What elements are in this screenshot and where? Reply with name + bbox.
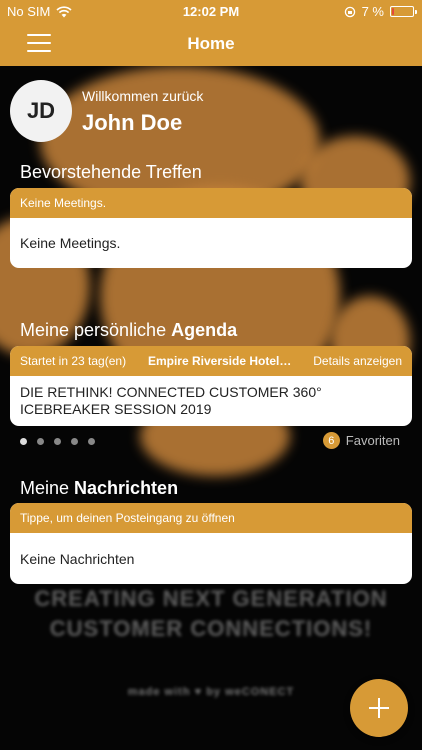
welcome-label: Willkommen zurück — [82, 88, 204, 104]
meetings-card-body: Keine Meetings. — [20, 235, 121, 251]
nav-bar: Home — [0, 22, 422, 66]
agenda-location: Empire Riverside Hotel… — [147, 354, 292, 368]
agenda-starts-in: Startet in 23 tag(en) — [20, 354, 127, 368]
agenda-card-header: Startet in 23 tag(en) Empire Riverside H… — [10, 346, 412, 376]
agenda-title-prefix: Meine persönliche — [20, 320, 172, 340]
messages-card-body: Keine Nachrichten — [20, 550, 135, 567]
plus-icon — [369, 698, 389, 718]
meetings-title: Bevorstehende Treffen — [20, 162, 202, 182]
details-link[interactable]: Details anzeigen — [313, 354, 402, 368]
page-title: Home — [187, 34, 235, 53]
battery-fill — [392, 8, 394, 15]
pagination-dot[interactable] — [54, 438, 61, 445]
pagination-dot[interactable] — [88, 438, 95, 445]
messages-card-header: Tippe, um deinen Posteingang zu öffnen — [10, 503, 412, 533]
agenda-card[interactable]: Startet in 23 tag(en) Empire Riverside H… — [10, 346, 412, 426]
agenda-event-title: DIE RETHINK! CONNECTED CUSTOMER 360° ICE… — [20, 384, 322, 417]
orientation-lock-icon — [344, 6, 355, 17]
favorites-indicator[interactable]: 6 Favoriten — [322, 432, 400, 449]
agenda-title-bold: Agenda — [171, 320, 238, 340]
messages-title: Meine Nachrichten — [20, 478, 178, 499]
pagination-dot[interactable] — [71, 438, 78, 445]
messages-card[interactable]: Tippe, um deinen Posteingang zu öffnen K… — [10, 503, 412, 584]
user-name: John Doe — [82, 110, 183, 135]
battery-percent: 7 % — [361, 4, 384, 19]
pagination-dot[interactable] — [20, 438, 27, 445]
carousel-pagination[interactable] — [20, 438, 95, 445]
battery-icon — [390, 6, 417, 17]
add-button[interactable] — [350, 679, 408, 737]
favorites-count: 6 — [322, 432, 340, 449]
agenda-title: Meine persönliche Agenda — [20, 320, 237, 341]
meetings-card-header: Keine Meetings. — [10, 188, 412, 218]
pagination-dot[interactable] — [37, 438, 44, 445]
avatar[interactable]: JD — [10, 80, 72, 142]
messages-title-prefix: Meine — [20, 478, 75, 498]
status-bar: No SIM 12:02 PM 7 % — [0, 0, 422, 22]
meetings-card[interactable]: Keine Meetings. Keine Meetings. — [10, 188, 412, 268]
favorites-label: Favoriten — [345, 433, 400, 448]
messages-title-bold: Nachrichten — [74, 478, 179, 498]
